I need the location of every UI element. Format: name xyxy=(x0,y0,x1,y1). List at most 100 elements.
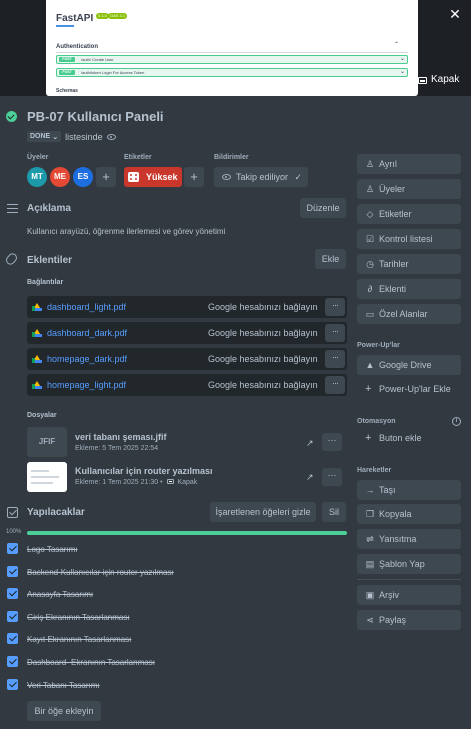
sidebar-button-label: Şablon Yap xyxy=(379,559,425,569)
checklist-item[interactable]: Giriş Ekranının Tasarlanması xyxy=(27,613,130,622)
attachment-link-row[interactable]: homepage_dark.pdf Google hesabınızı bağl… xyxy=(27,348,347,370)
copy-button[interactable]: ❐ Kopyala xyxy=(357,504,461,524)
hide-checked-button[interactable]: İşaretlenen öğeleri gizle xyxy=(210,502,316,522)
add-checklist-item-button[interactable]: Bir öğe ekleyin xyxy=(27,701,101,721)
template-icon: ▤ xyxy=(365,559,375,569)
sidebar-button-label: Power-Up'lar Ekle xyxy=(379,384,451,394)
avatar[interactable]: MT xyxy=(27,167,47,187)
divider xyxy=(357,579,461,580)
leave-button[interactable]: ♙ Ayrıl xyxy=(357,154,461,174)
checkbox[interactable] xyxy=(7,656,18,667)
attachment-link-row[interactable]: dashboard_dark.pdf Google hesabınızı bağ… xyxy=(27,322,347,344)
list-select-button[interactable]: DONE ⌄ xyxy=(27,131,62,142)
cover-button[interactable]: Kapak xyxy=(418,73,459,87)
attachment-button[interactable]: ∂ Eklenti xyxy=(357,279,461,299)
add-attachment-button[interactable]: Ekle xyxy=(315,249,346,269)
archive-button[interactable]: ▣ Arşiv xyxy=(357,585,461,605)
label-chip[interactable]: Yüksek xyxy=(124,167,182,187)
avatar[interactable]: ES xyxy=(73,167,93,187)
watch-button[interactable]: Takip ediliyor ✓ xyxy=(214,167,308,187)
connect-google-link[interactable]: Google hesabınızı bağlayın xyxy=(208,354,318,364)
description-text[interactable]: Kullanıcı arayüzü, öğrenme ilerlemesi ve… xyxy=(27,227,225,236)
cover-thumb-badge: 0.1.0 xyxy=(96,13,109,19)
file-name[interactable]: Kullanıcılar için router yazılması xyxy=(75,466,213,476)
description-icon xyxy=(7,204,18,213)
checkbox[interactable] xyxy=(7,588,18,599)
labels-button[interactable]: ◇ Etiketler xyxy=(357,204,461,224)
cover-button-label: Kapak xyxy=(431,74,460,85)
file-meta: Ekleme: 1 Tem 2025 21:30 • Kapak xyxy=(75,479,197,486)
members-button[interactable]: ♙ Üyeler xyxy=(357,179,461,199)
checkbox[interactable] xyxy=(7,566,18,577)
attachment-link-name[interactable]: homepage_light.pdf xyxy=(47,380,126,390)
add-button-button[interactable]: + Buton ekle xyxy=(357,428,461,448)
move-button[interactable]: → Taşı xyxy=(357,480,461,500)
file-name[interactable]: veri tabanı şeması.jfif xyxy=(75,432,167,442)
avatar[interactable]: ME xyxy=(50,167,70,187)
info-icon[interactable]: i xyxy=(452,417,461,426)
more-options-button[interactable]: ··· xyxy=(322,468,342,486)
chevron-up-icon: ⌃ xyxy=(394,42,400,48)
attachment-link-name[interactable]: homepage_dark.pdf xyxy=(47,354,127,364)
members-heading: Üyeler xyxy=(27,154,49,161)
add-member-button[interactable]: + xyxy=(96,167,116,187)
card-title[interactable]: PB-07 Kullanıcı Paneli xyxy=(27,109,164,124)
description-heading: Açıklama xyxy=(27,203,71,214)
custom-fields-button[interactable]: ▭ Özel Alanlar xyxy=(357,304,461,324)
operation-method: POST xyxy=(59,57,75,62)
delete-checklist-button[interactable]: Sil xyxy=(322,502,346,522)
attachment-link-name[interactable]: dashboard_dark.pdf xyxy=(47,328,127,338)
person-minus-icon: ♙ xyxy=(365,159,375,169)
arrow-right-icon: → xyxy=(365,485,375,495)
checklist-button[interactable]: ☑ Kontrol listesi xyxy=(357,229,461,249)
attachment-link-row[interactable]: homepage_light.pdf Google hesabınızı bağ… xyxy=(27,374,347,396)
thumb-line xyxy=(31,476,59,478)
make-template-button[interactable]: ▤ Şablon Yap xyxy=(357,554,461,574)
file-thumbnail[interactable] xyxy=(27,462,67,492)
share-button[interactable]: ⋖ Paylaş xyxy=(357,610,461,630)
sidebar-button-label: Yansıtma xyxy=(379,534,417,544)
checkbox[interactable] xyxy=(7,611,18,622)
edit-description-button[interactable]: Düzenle xyxy=(300,198,346,218)
connect-google-link[interactable]: Google hesabınızı bağlayın xyxy=(208,328,318,338)
open-external-icon[interactable]: ↗ xyxy=(306,472,314,483)
attachment-link-row[interactable]: dashboard_light.pdf Google hesabınızı ba… xyxy=(27,296,347,318)
google-drive-button[interactable]: ▲ Google Drive xyxy=(357,355,461,375)
connect-google-link[interactable]: Google hesabınızı bağlayın xyxy=(208,380,318,390)
complete-check-icon[interactable] xyxy=(6,111,17,122)
tag-icon: ◇ xyxy=(366,209,374,219)
checklist-item[interactable]: Backend-Kullanıcılar için router yazılma… xyxy=(27,568,174,577)
checkbox[interactable] xyxy=(7,633,18,644)
sidebar-button-label: Taşı xyxy=(379,485,396,495)
more-options-button[interactable]: ··· xyxy=(325,298,345,316)
more-options-button[interactable]: ··· xyxy=(325,376,345,394)
checkbox[interactable] xyxy=(7,543,18,554)
add-powerups-button[interactable]: + Power-Up'lar Ekle xyxy=(357,379,461,399)
operation-path: /auth/ Create User xyxy=(81,57,114,62)
checklist-item[interactable]: Kayıt Ekranının Tasarlanması xyxy=(27,635,131,644)
checklist-item[interactable]: Dashboard- Ekranının Tasarlanması xyxy=(27,658,155,667)
add-label-button[interactable]: + xyxy=(184,167,204,187)
checklist-icon: ☑ xyxy=(365,234,375,244)
open-external-icon[interactable]: ↗ xyxy=(306,438,314,449)
more-options-button[interactable]: ··· xyxy=(322,433,342,451)
cover-thumb-schemas: Schemas xyxy=(56,88,78,94)
connect-google-link[interactable]: Google hesabınızı bağlayın xyxy=(208,302,318,312)
checkbox[interactable] xyxy=(7,679,18,690)
attachment-link-name[interactable]: dashboard_light.pdf xyxy=(47,302,126,312)
archive-icon: ▣ xyxy=(365,590,375,600)
mirror-button[interactable]: ⇌ Yansıtma xyxy=(357,529,461,549)
labels-heading: Etiketler xyxy=(124,154,152,161)
more-options-button[interactable]: ··· xyxy=(325,324,345,342)
checklist-item[interactable]: Anasayfa Tasarımı xyxy=(27,590,93,599)
cover-thumb-section: Authentication xyxy=(56,44,98,50)
dates-button[interactable]: ◷ Tarihler xyxy=(357,254,461,274)
checklist-heading: Yapılacaklar xyxy=(27,507,85,518)
checklist-item[interactable]: Veri Tabanı Tasarımı xyxy=(27,681,100,690)
file-thumbnail[interactable]: JFIF xyxy=(27,427,67,457)
more-options-button[interactable]: ··· xyxy=(325,350,345,368)
checklist-item[interactable]: Logo Tasarımı xyxy=(27,545,78,554)
close-icon[interactable]: ✕ xyxy=(447,6,463,22)
checklist-icon xyxy=(7,507,18,518)
cover-thumb-badge: OAS 3.1 xyxy=(108,13,128,19)
